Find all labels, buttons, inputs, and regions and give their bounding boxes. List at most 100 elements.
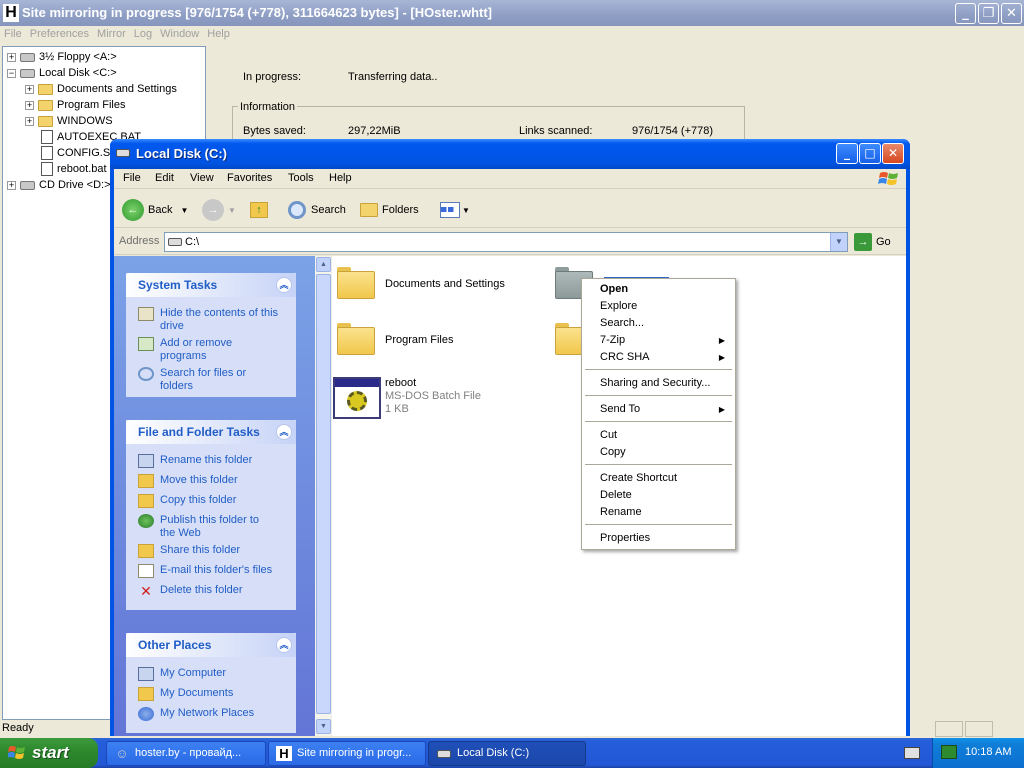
address-input[interactable]: C:\ ▼ [164,232,848,252]
httrack-menubar: File Preferences Mirror Log Window Help [0,26,1024,44]
status-text: Ready [2,722,34,734]
my-documents-link[interactable]: My Documents [138,687,233,701]
ctx-search[interactable]: Search... [584,315,733,332]
ctx-send-to[interactable]: Send To ▶ [584,401,733,418]
ctx-cut[interactable]: Cut [584,427,733,444]
menu-tools[interactable]: Tools [288,172,314,184]
menu-view[interactable]: View [190,172,214,184]
publish-folder-link[interactable]: Publish this folder to the Web [138,514,270,540]
submenu-arrow-icon: ▶ [718,353,725,362]
folders-button[interactable]: Folders [360,198,419,222]
system-tasks-header[interactable]: System Tasks ︽ [126,273,296,297]
ctx-copy[interactable]: Copy [584,444,733,461]
tree-item-program-files[interactable]: + Program Files [25,97,125,113]
rename-folder-link[interactable]: Rename this folder [138,454,252,468]
status-cell [935,721,963,737]
menu-preferences[interactable]: Preferences [26,26,93,42]
keyboard-icon[interactable] [904,747,920,759]
tree-item-local-disk[interactable]: − Local Disk <C:> [7,65,117,81]
menu-file[interactable]: File [123,172,141,184]
rename-icon [138,454,154,468]
scroll-down-arrow[interactable]: ▼ [316,719,331,734]
search-button[interactable]: Search [288,198,346,222]
delete-folder-link[interactable]: ✕ Delete this folder [138,584,242,598]
ctx-explore[interactable]: Explore [584,298,733,315]
tree-item-floppy[interactable]: +3½ Floppy <A:> [7,49,117,65]
clock[interactable]: 10:18 AM [965,746,1011,758]
add-remove-programs-link[interactable]: Add or remove programs [138,337,270,363]
taskbar-item-explorer[interactable]: Local Disk (C:) [428,741,586,766]
ctx-create-shortcut[interactable]: Create Shortcut [584,470,733,487]
tree-item-reboot[interactable]: reboot.bat [41,161,107,177]
tree-item-documents[interactable]: + Documents and Settings [25,81,177,97]
menu-file[interactable]: File [0,26,26,42]
collapse-icon[interactable]: ︽ [276,424,292,440]
menu-log[interactable]: Log [130,26,156,42]
ctx-delete[interactable]: Delete [584,487,733,504]
network-tray-icon[interactable] [941,745,957,759]
menu-edit[interactable]: Edit [155,172,174,184]
ctx-rename[interactable]: Rename [584,504,733,521]
minimize-button[interactable]: _ [836,143,858,164]
documents-folder-icon [138,687,154,701]
collapse-icon[interactable]: ︽ [276,637,292,653]
maximize-button[interactable]: □ [859,143,881,164]
back-button[interactable]: ← Back ▼ [122,198,188,222]
drive-icon [116,149,130,157]
minimize-button[interactable]: _ [955,3,976,24]
taskbar-item-httrack[interactable]: H Site mirroring in progr... [268,741,426,766]
bytes-saved-label: Bytes saved: [243,125,306,137]
up-folder-button[interactable]: ↑ [250,198,274,222]
go-arrow-icon: → [854,233,872,252]
tree-item-cd-drive[interactable]: + CD Drive <D:> [7,177,111,193]
start-button[interactable]: start [0,738,98,768]
address-dropdown-button[interactable]: ▼ [830,233,847,251]
forward-button[interactable]: → ▼ [202,198,236,222]
tree-item-windows[interactable]: + WINDOWS [25,113,113,129]
email-files-link[interactable]: E-mail this folder's files [138,564,272,578]
chevron-down-icon[interactable]: ▼ [180,206,188,215]
share-folder-link[interactable]: Share this folder [138,544,240,558]
close-button[interactable]: ✕ [882,143,904,164]
cd-icon [20,180,35,190]
go-button[interactable]: → Go [854,232,902,252]
ctx-properties[interactable]: Properties [584,530,733,547]
close-button[interactable]: ✕ [1001,3,1022,24]
ctx-crc-sha[interactable]: CRC SHA ▶ [584,349,733,366]
scroll-up-arrow[interactable]: ▲ [316,257,331,272]
programs-icon [138,337,154,351]
ctx-sharing-security[interactable]: Sharing and Security... [584,375,733,392]
ctx-7zip[interactable]: 7-Zip ▶ [584,332,733,349]
links-scanned-label: Links scanned: [519,125,593,137]
computer-icon [138,667,154,681]
browser-icon: ☺ [115,746,129,761]
my-computer-link[interactable]: My Computer [138,667,226,681]
menu-favorites[interactable]: Favorites [227,172,272,184]
menu-help[interactable]: Help [203,26,234,42]
ctx-open[interactable]: Open [584,281,733,298]
chevron-down-icon[interactable]: ▼ [228,206,236,215]
scroll-thumb[interactable] [316,274,331,714]
taskbar-item-browser[interactable]: ☺ hoster.by - провайд... [106,741,266,766]
menu-mirror[interactable]: Mirror [93,26,130,42]
vertical-scrollbar[interactable]: ▲ ▼ [315,256,332,736]
menu-help[interactable]: Help [329,172,352,184]
taskbar: start ☺ hoster.by - провайд... H Site mirr… [0,738,1024,768]
search-files-link[interactable]: Search for files or folders [138,367,270,393]
httrack-title-bar: H Site mirroring in progress [976/1754 (… [0,0,1024,26]
hide-contents-link[interactable]: Hide the contents of this drive [138,307,280,333]
other-places-header[interactable]: Other Places ︽ [126,633,296,657]
restore-button[interactable]: ❐ [978,3,999,24]
views-button[interactable]: ▼ [440,198,470,222]
explorer-title-bar[interactable]: Local Disk (C:) _ □ ✕ [110,139,910,169]
my-network-places-link[interactable]: My Network Places [138,707,254,721]
copy-folder-link[interactable]: Copy this folder [138,494,236,508]
move-folder-link[interactable]: Move this folder [138,474,238,488]
views-icon [440,202,460,219]
file-folder-tasks-header[interactable]: File and Folder Tasks ︽ [126,420,296,444]
move-icon [138,474,154,488]
menu-window[interactable]: Window [156,26,203,42]
item-name: reboot [385,377,417,389]
collapse-icon[interactable]: ︽ [276,277,292,293]
explorer-window: Local Disk (C:) _ □ ✕ File Edit View Fav… [110,139,910,736]
